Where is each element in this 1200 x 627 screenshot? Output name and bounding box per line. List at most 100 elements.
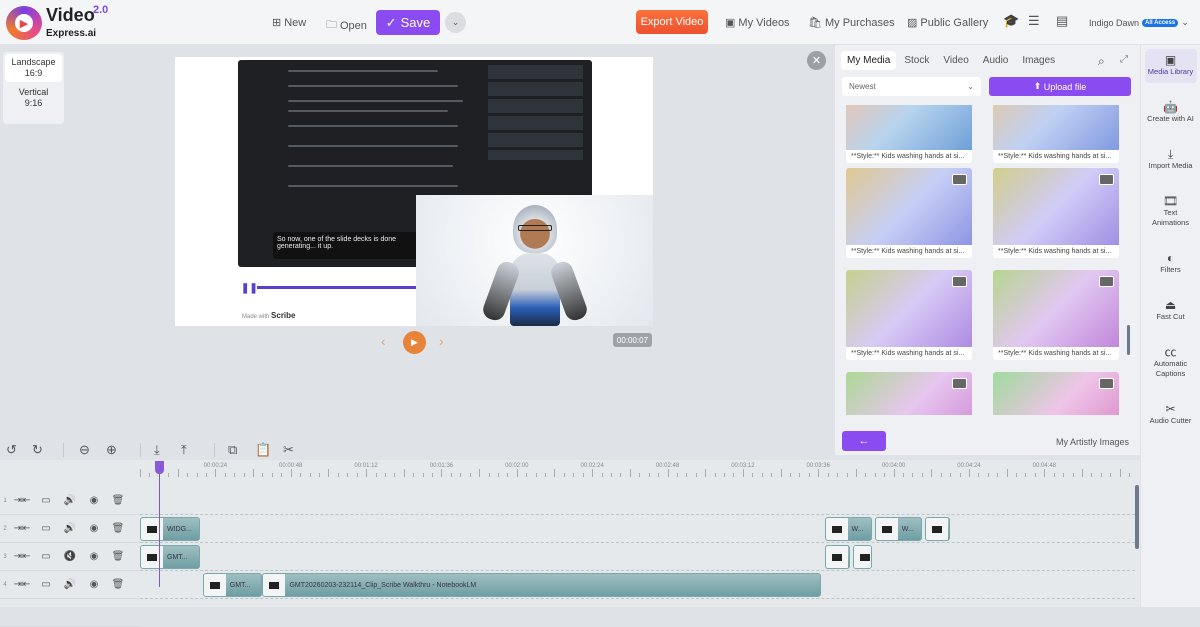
timeline-clip[interactable]: GMT... [140, 545, 200, 569]
tab-audio[interactable]: Audio [977, 51, 1015, 70]
timeline-clip[interactable]: GMT... [202, 573, 263, 597]
track-lane[interactable]: WIDG... W... W... [140, 515, 1135, 543]
layer-icon[interactable]: ▭ [34, 523, 58, 534]
sidebar-item-media-library[interactable]: ▣ Media Library [1144, 49, 1197, 83]
media-item[interactable]: **Style:** Kids washing hands at si... [993, 168, 1119, 258]
timeline-clip[interactable]: W... [824, 517, 872, 541]
timeline-clip[interactable]: W... [874, 517, 922, 541]
eye-icon[interactable]: ◉ [82, 523, 106, 534]
sidebar-item-create-with-ai[interactable]: 🤖 Create with AI [1145, 96, 1197, 130]
playhead[interactable] [159, 461, 160, 587]
tab-my-media[interactable]: My Media [841, 51, 897, 70]
video-preview-canvas[interactable]: So now, one of the slide decks is done g… [175, 57, 653, 326]
volume-icon[interactable]: 🔊 [58, 523, 82, 534]
split-icon[interactable]: ⇥⇤ [10, 495, 34, 506]
notes-icon[interactable]: ▤ [1056, 13, 1068, 29]
volume-icon[interactable]: 🔊 [58, 579, 82, 590]
timeline-scrollbar[interactable] [1135, 485, 1139, 549]
playhead-handle[interactable] [155, 461, 164, 474]
tab-images[interactable]: Images [1016, 51, 1061, 70]
image-type-icon [952, 174, 967, 185]
time-ruler[interactable]: 00:00:24 00:00:48 00:01:12 00:01:36 00:02:00… [0, 460, 1140, 487]
layer-icon[interactable]: ▭ [34, 579, 58, 590]
my-artistly-images-link[interactable]: My Artistly Images [1056, 437, 1129, 447]
my-purchases-link[interactable]: 🛍 My Purchases [808, 16, 895, 30]
tab-video[interactable]: Video [937, 51, 974, 70]
media-item[interactable]: **Style:** Kids washing hands at si... [993, 372, 1119, 415]
volume-icon[interactable]: 🔊 [58, 495, 82, 506]
extract-icon[interactable]: ⤒ [181, 442, 187, 458]
undo-icon[interactable]: ↺ [6, 442, 17, 458]
split-icon[interactable]: ⇥⇤ [10, 523, 34, 534]
save-options-dropdown[interactable]: ⌄ [445, 12, 466, 33]
media-item[interactable]: **Style:** Kids washing hands at si... [846, 168, 972, 258]
insert-track-icon[interactable]: ⤓ [154, 442, 160, 458]
user-menu[interactable]: Indigo Dawn All Access ⌄ [1089, 17, 1189, 28]
eye-icon[interactable]: ◉ [82, 579, 106, 590]
sidebar-item-import-media[interactable]: ⤓ Import Media [1145, 143, 1197, 177]
timeline-clip[interactable] [824, 545, 850, 569]
zoom-out-icon[interactable]: ⊖ [79, 442, 90, 458]
sidebar-item-automatic-captions[interactable]: ㏄ Automatic Captions [1145, 341, 1197, 385]
next-arrow-icon[interactable]: › [439, 333, 444, 349]
sidebar-item-text-animations[interactable]: 🎞 Text Animations [1145, 190, 1197, 234]
cut-icon[interactable]: ✂ [283, 442, 294, 458]
split-icon[interactable]: ⇥⇤ [10, 579, 34, 590]
film-icon: 🎞 [1162, 194, 1179, 208]
media-item[interactable]: **Style:** Kids washing hands at si... [846, 372, 972, 415]
save-button[interactable]: ✓ Save [376, 10, 440, 35]
trash-icon[interactable]: 🗑 [106, 551, 130, 562]
media-item[interactable]: **Style:** Kids washing hands at si... [993, 270, 1119, 360]
media-item[interactable]: **Style:** Kids washing hands at si... [846, 270, 972, 360]
public-gallery-link[interactable]: ▨ Public Gallery [907, 16, 988, 30]
trash-icon[interactable]: 🗑 [106, 579, 130, 590]
media-scrollbar[interactable] [1127, 325, 1130, 355]
paste-icon[interactable]: 📋 [255, 442, 271, 458]
tab-stock[interactable]: Stock [898, 51, 935, 70]
sort-select[interactable]: Newest ⌄ [842, 77, 981, 96]
sidebar-item-audio-cutter[interactable]: ✂ Audio Cutter [1145, 398, 1197, 432]
layer-icon[interactable]: ▭ [34, 495, 58, 506]
timeline-clip[interactable]: GMT20260203-232114_Clip_Scribe Walkthru … [262, 573, 822, 597]
track-lane[interactable] [140, 487, 1135, 515]
chat-icon[interactable]: ☰ [1028, 13, 1040, 29]
play-button[interactable]: ▶ [403, 331, 426, 354]
export-video-button[interactable]: Export Video [636, 10, 708, 34]
track-lane[interactable]: GMT... GMT20260203-232114_Clip_Scribe Wal… [140, 571, 1135, 599]
layer-icon[interactable]: ▭ [34, 551, 58, 562]
back-button[interactable]: ← [842, 431, 886, 451]
trash-icon[interactable]: 🗑 [106, 495, 130, 506]
timeline-clip[interactable]: WIDG... [140, 517, 200, 541]
avatar-overlay[interactable] [416, 195, 653, 326]
copy-icon[interactable]: ⧉ [228, 442, 237, 458]
format-vertical[interactable]: Vertical 9:16 [3, 84, 64, 112]
sidebar-item-fast-cut[interactable]: ⏏ Fast Cut [1145, 294, 1197, 328]
media-item[interactable]: **Style:** Kids washing hands at si... [993, 105, 1119, 163]
eye-icon[interactable]: ◉ [82, 551, 106, 562]
timeline-clip[interactable] [852, 545, 872, 569]
new-button[interactable]: ⊞ New [272, 16, 306, 30]
graduation-cap-icon[interactable]: 🎓 [1003, 13, 1019, 29]
timeline-clip[interactable] [925, 517, 951, 541]
track-lane[interactable]: GMT... [140, 543, 1135, 571]
expand-icon[interactable]: ⤢ [1120, 54, 1128, 65]
close-preview-button[interactable]: ✕ [807, 51, 826, 70]
split-icon[interactable]: ⇥⇤ [10, 551, 34, 562]
open-button[interactable]: 🗀 Open [326, 16, 367, 35]
redo-icon[interactable]: ↻ [32, 442, 43, 458]
logo[interactable]: ▶ Video Express.ai [6, 6, 96, 40]
sidebar-item-filters[interactable]: ◐ Filters [1145, 247, 1197, 281]
my-videos-link[interactable]: ▣ My Videos [725, 16, 790, 30]
track-header: 1 ⇥⇤ ▭ 🔊 ◉ 🗑 [0, 487, 140, 515]
eye-icon[interactable]: ◉ [82, 495, 106, 506]
search-icon[interactable]: ⌕ [1098, 54, 1105, 69]
upload-file-button[interactable]: ⬆ Upload file [989, 77, 1131, 96]
previous-arrow-icon[interactable]: ‹ [381, 333, 386, 349]
media-item[interactable]: **Style:** Kids washing hands at si... [846, 105, 972, 163]
zoom-in-icon[interactable]: ⊕ [106, 442, 117, 458]
format-landscape[interactable]: Landscape 16:9 [5, 54, 62, 82]
mute-icon[interactable]: 🔇 [58, 551, 82, 562]
trash-icon[interactable]: 🗑 [106, 523, 130, 534]
timeline[interactable]: 00:00:24 00:00:48 00:01:12 00:01:36 00:02:00… [0, 460, 1140, 627]
plus-square-icon: ⊞ [272, 17, 282, 29]
